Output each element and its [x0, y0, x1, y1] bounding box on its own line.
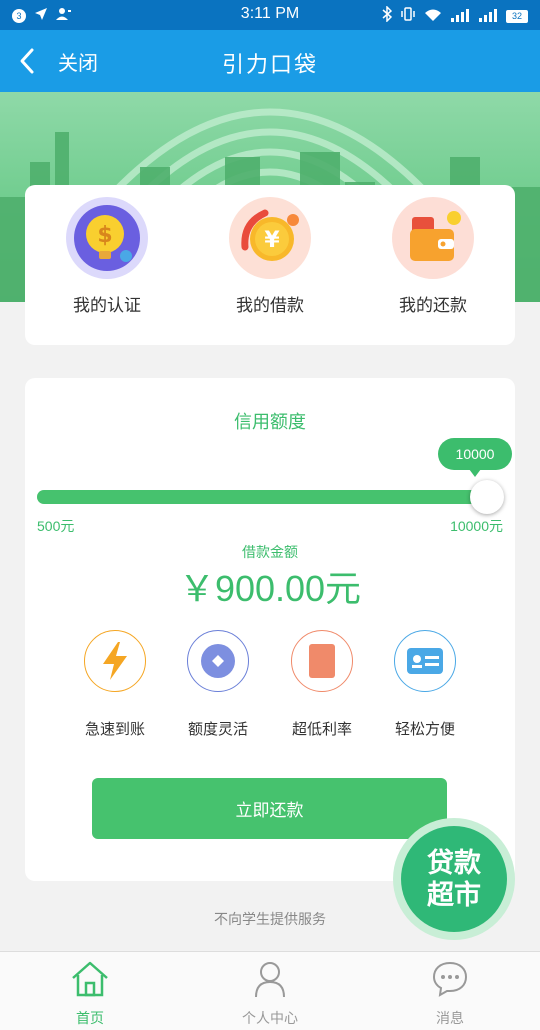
wallet-icon[interactable]	[392, 197, 474, 279]
credit-card: 信用额度 10000 500元 10000元 借款金额 ￥900.00元 急速到…	[25, 378, 515, 881]
lightning-icon	[84, 630, 146, 692]
slider-max-label: 10000元	[450, 518, 503, 534]
vibrate-icon	[400, 6, 416, 26]
repay-now-button[interactable]: 立即还款	[92, 778, 447, 839]
loan-market-line2: 超市	[427, 880, 481, 910]
signal-icon	[450, 7, 470, 26]
loan-market-label[interactable]: 贷款 超市	[401, 826, 507, 932]
nav-label: 消息	[436, 1010, 464, 1026]
svg-text:$: $	[97, 223, 112, 248]
status-bar: 3 3:11 PM 32	[0, 0, 540, 30]
svg-text:¥: ¥	[264, 228, 280, 253]
shortcut-label: 我的认证	[73, 296, 141, 315]
loan-amount-label: 借款金额	[242, 544, 298, 560]
nav-label: 首页	[76, 1010, 104, 1026]
status-right-icons: 32	[382, 5, 528, 26]
loan-amount-value: ￥900.00元	[178, 568, 362, 609]
bottom-nav: 首页 个人中心 消息	[0, 951, 540, 1030]
feature-convenient: 轻松方便	[375, 630, 475, 739]
nav-personal-center[interactable]: 个人中心	[180, 952, 360, 1030]
bluetooth-icon	[382, 5, 393, 26]
nav-messages[interactable]: 消息	[360, 952, 540, 1030]
feature-label: 额度灵活	[187, 721, 248, 738]
nav-label: 个人中心	[242, 1010, 298, 1026]
credit-slider-handle[interactable]	[470, 480, 504, 514]
diamond-icon	[187, 630, 249, 692]
shortcut-my-loan[interactable]: ¥ 我的借款	[210, 197, 330, 316]
chat-bubble-icon[interactable]	[360, 958, 540, 1000]
slider-min-label: 500元	[37, 518, 75, 534]
page-title: 引力口袋	[221, 52, 318, 77]
shortcut-my-repayment[interactable]: 我的还款	[373, 197, 493, 316]
feature-label: 轻松方便	[394, 721, 455, 738]
feature-label: 急速到账	[84, 721, 145, 738]
feature-flexible-limit: 额度灵活	[168, 630, 268, 739]
loan-market-button[interactable]: 贷款 超市	[393, 818, 515, 940]
credit-title: 信用额度	[234, 412, 306, 432]
feature-low-rate: 超低利率	[272, 630, 372, 739]
shortcut-card: $ 我的认证 ¥ 我的借款 我的还款	[25, 185, 515, 345]
credit-slider-track[interactable]	[37, 490, 487, 504]
shortcut-my-certification[interactable]: $ 我的认证	[47, 197, 167, 316]
shortcut-label: 我的借款	[236, 296, 304, 315]
feature-fast-arrival: 急速到账	[65, 630, 165, 739]
slider-value-tooltip: 10000	[438, 438, 512, 477]
shortcut-label: 我的还款	[399, 296, 467, 315]
battery-icon: 32	[506, 9, 528, 23]
signal-icon-2	[478, 7, 498, 26]
id-card-icon	[394, 630, 456, 692]
nav-home[interactable]: 首页	[0, 952, 180, 1030]
dollar-bulb-icon[interactable]: $	[66, 197, 148, 279]
rate-card-icon	[291, 630, 353, 692]
credit-slider-fill	[37, 490, 487, 504]
feature-label: 超低利率	[291, 721, 352, 738]
wifi-icon	[424, 7, 442, 26]
person-icon[interactable]	[180, 958, 360, 1000]
loan-market-line1: 贷款	[427, 848, 481, 878]
yuan-coin-icon[interactable]: ¥	[229, 197, 311, 279]
home-icon[interactable]	[0, 958, 180, 1000]
title-bar: 关闭 引力口袋	[0, 30, 540, 92]
